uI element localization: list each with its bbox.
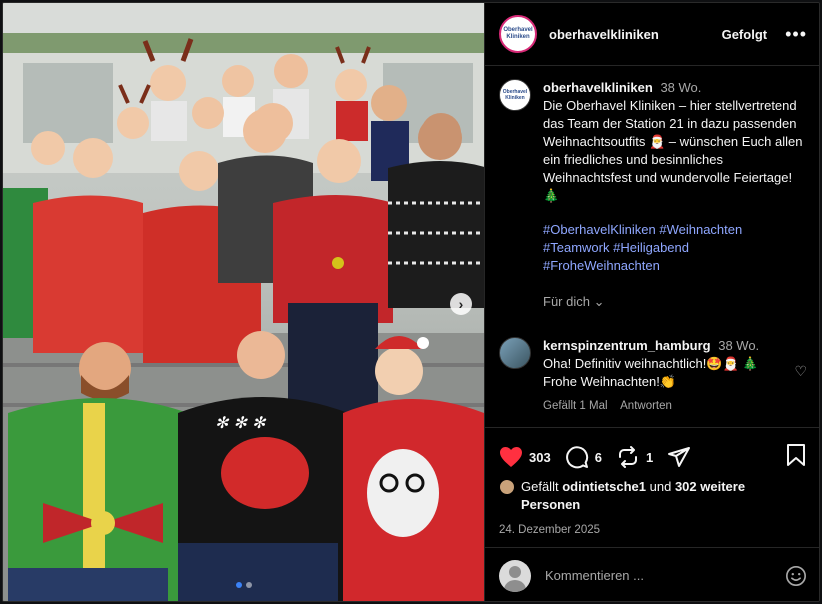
carousel-dot [235,582,242,588]
profile-avatar[interactable]: Oberhavel Kliniken [499,15,537,53]
caption: Oberhavel Kliniken oberhavelkliniken 38 … [499,79,807,311]
likes-text[interactable]: Gefällt odintietsche1 und 302 weitere Pe… [521,478,807,514]
share-button[interactable] [667,445,691,469]
comments-section[interactable]: Oberhavel Kliniken oberhavelkliniken 38 … [485,67,819,427]
header-username[interactable]: oberhavelkliniken [549,27,659,42]
liker-avatar[interactable] [499,479,515,495]
caption-username[interactable]: oberhavelkliniken [543,80,653,95]
likes-summary: Gefällt odintietsche1 und 302 weitere Pe… [485,472,819,514]
action-bar: 303 6 1 [485,428,819,472]
repost-count: 1 [645,449,654,465]
actions-section: 303 6 1 Gefällt odintietsche1 und 302 we… [485,427,819,601]
post-date: 24. Dezember 2025 [499,524,601,536]
comment-username[interactable]: kernspinzentrum_hamburg [543,338,711,353]
oberhavel-logo: Oberhavel Kliniken [503,27,533,40]
comment-bubble-icon [565,446,588,469]
hashtags: #OberhavelKliniken #Weihnachten #Teamwor… [543,221,805,275]
liker-username[interactable]: odintietsche1 [562,479,646,494]
next-image-button[interactable]: › [450,293,472,315]
comment-like-icon[interactable]: ♡ [794,363,807,380]
hashtag-link[interactable]: #Teamwork [543,240,609,255]
svg-text:✻ ✻ ✻: ✻ ✻ ✻ [215,413,267,432]
more-options-icon[interactable]: ••• [785,25,807,43]
comment-input-bar: Kommentieren ... [485,547,819,601]
user-avatar [499,559,531,592]
bookmark-button[interactable] [785,443,807,472]
oberhavel-logo: Oberhavel Kliniken [502,89,528,101]
caption-body: oberhavelkliniken 38 Wo. Die Oberhavel K… [543,79,805,311]
bookmark-icon [787,443,805,466]
repost-button[interactable]: 1 [616,445,653,469]
hashtag-link[interactable]: #Weihnachten [659,222,742,237]
repost-icon [618,446,637,468]
comment-avatar[interactable] [499,337,531,369]
likes-prefix: Gefällt [521,479,559,494]
comment-meta: Gefällt 1 Mal Antworten [543,397,773,415]
caption-age: 38 Wo. [660,80,702,95]
comment-body: kernspinzentrum_hamburg 38 Wo. Oha! Defi… [543,337,773,415]
translation-toggle[interactable]: Für dich ⌄ [543,293,805,311]
emoji-icon[interactable] [785,565,807,587]
comment-item: kernspinzentrum_hamburg 38 Wo. Oha! Defi… [499,337,807,415]
hashtag-link[interactable]: #OberhavelKliniken [543,222,656,237]
comment-age: 38 Wo. [718,338,760,353]
like-button[interactable]: 303 [499,446,551,468]
comment-count: 6 [594,449,602,465]
comment-text: Oha! Definitiv weihnachtlich!🤩🎅 🎄 Frohe … [543,356,759,389]
follow-button[interactable]: Gefolgt [722,27,768,42]
post-modal: ✻ ✻ ✻ › Oberhavel Kliniken oberhavelklin… [2,2,820,602]
comment-input[interactable]: Kommentieren ... [545,568,785,583]
caption-avatar[interactable]: Oberhavel Kliniken [499,79,531,111]
group-photo-illustration: ✻ ✻ ✻ [3,3,484,601]
send-icon [668,447,691,467]
heart-filled-icon [500,447,522,467]
hashtag-link[interactable]: #FroheWeihnachten [543,258,660,273]
carousel-dots [3,575,484,593]
reply-button[interactable]: Antworten [620,400,672,412]
hashtag-link[interactable]: #Heiligabend [613,240,689,255]
like-count: 303 [529,449,551,465]
caption-text: Die Oberhavel Kliniken – hier stellvertr… [543,98,803,203]
post-side-panel: Oberhavel Kliniken oberhavelkliniken Gef… [484,3,819,601]
likes-mid: und [649,479,672,494]
post-photo[interactable]: ✻ ✻ ✻ › [3,3,484,601]
post-header: Oberhavel Kliniken oberhavelkliniken Gef… [485,3,819,66]
carousel-dot [245,582,252,588]
comment-button[interactable]: 6 [565,445,602,469]
comment-likes[interactable]: Gefällt 1 Mal [543,400,608,412]
